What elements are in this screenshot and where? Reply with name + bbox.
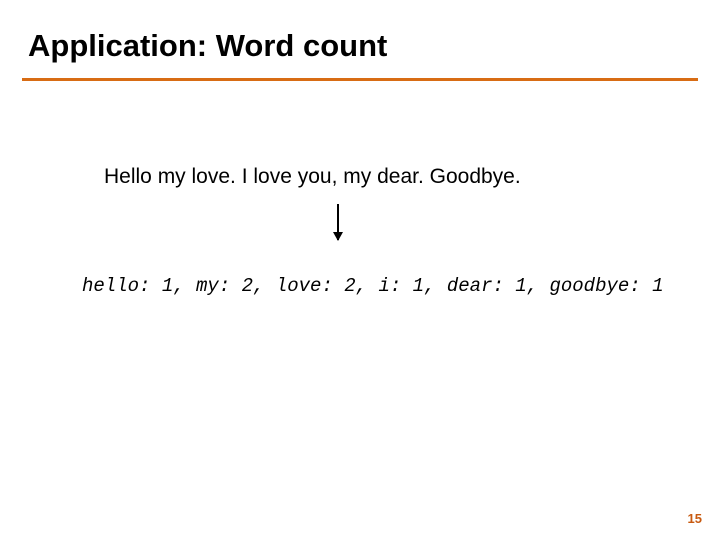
input-sentence: Hello my love. I love you, my dear. Good… [104,165,521,189]
page-number: 15 [688,511,702,526]
title-underline [22,78,698,81]
slide-title: Application: Word count [28,28,387,64]
slide: Application: Word count Hello my love. I… [0,0,720,540]
down-arrow-icon [337,204,339,240]
word-count-output: hello: 1, my: 2, love: 2, i: 1, dear: 1,… [82,275,664,297]
